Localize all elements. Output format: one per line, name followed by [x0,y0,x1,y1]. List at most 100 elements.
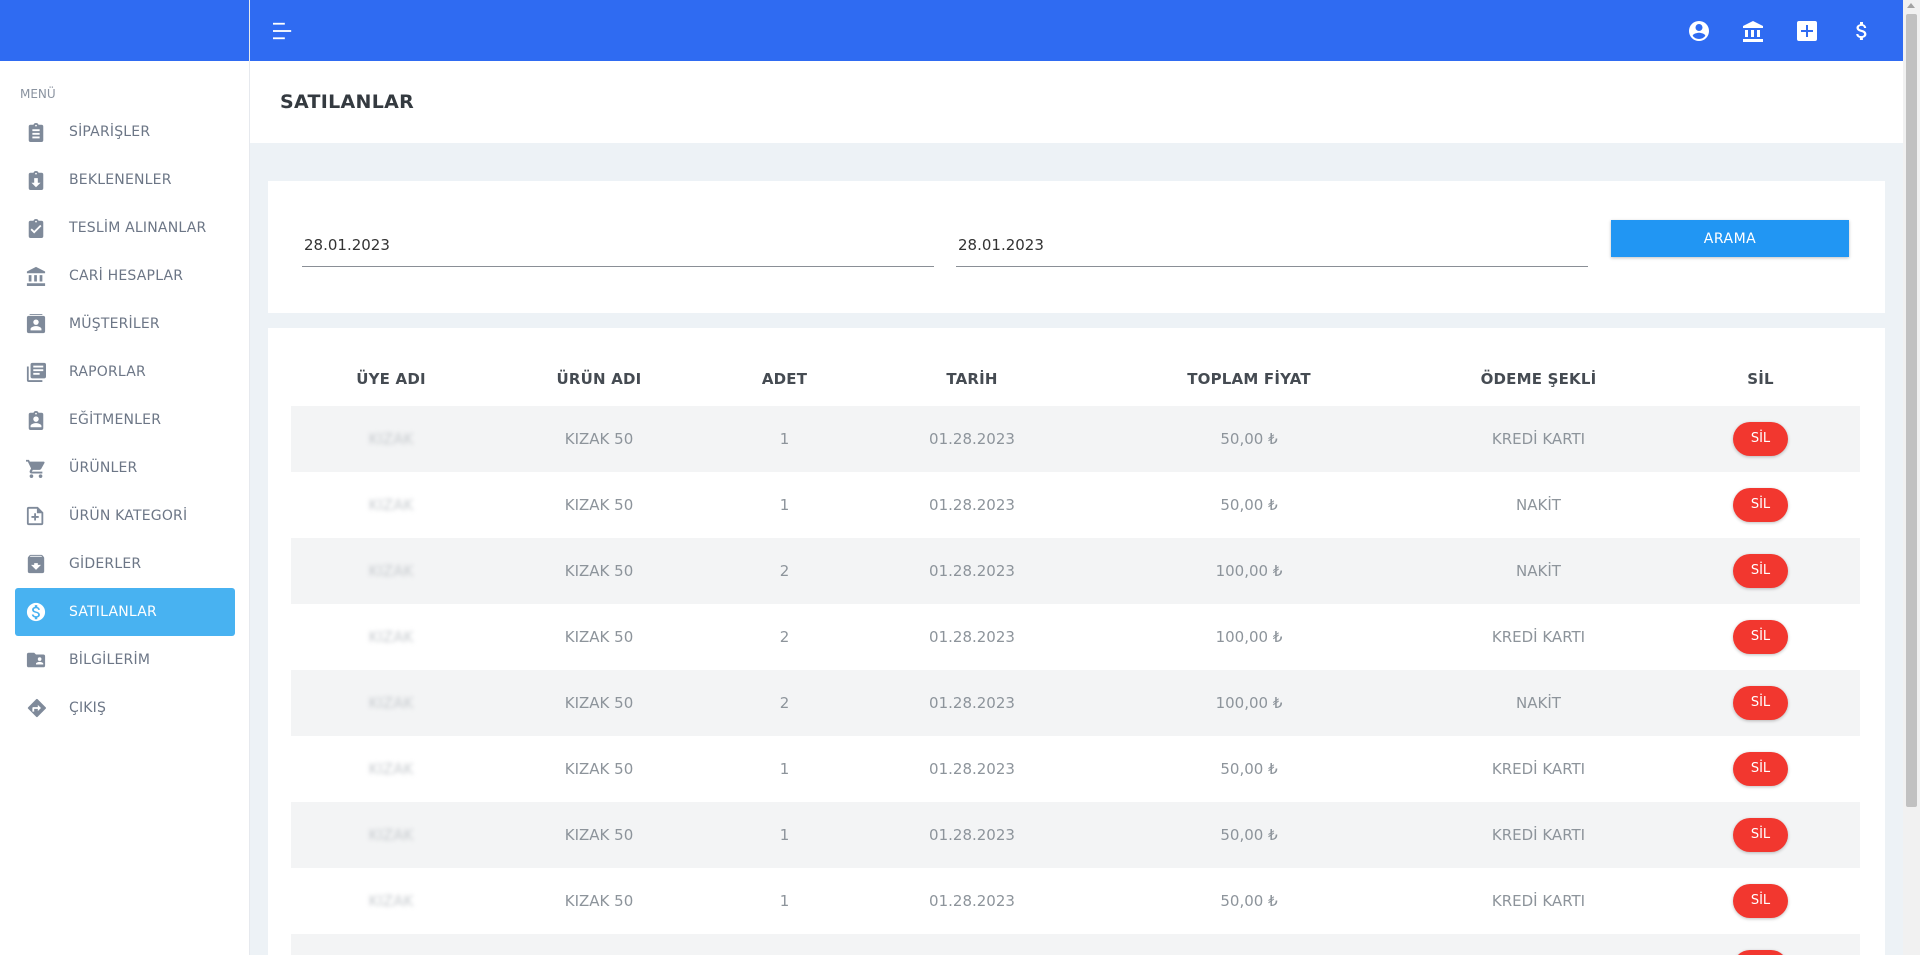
sidebar-item-5[interactable]: RAPORLAR [15,348,235,396]
product-name-cell [491,934,707,955]
payment-method-cell: KREDİ KARTI [1491,430,1586,448]
payment-method-cell [1416,934,1661,955]
payment-method-cell: KREDİ KARTI [1491,826,1586,844]
bank-icon [25,265,47,287]
sidebar-item-label: ÇIKIŞ [69,700,107,716]
table-row: KIZAK KIZAK 50 1 01.28.2023 50,00 ₺ KREDİ KAR… [291,868,1860,934]
sidebar-item-7[interactable]: ÜRÜNLER [15,444,235,492]
total-price-cell: 50,00 ₺ [1220,892,1278,910]
note-plus-icon [25,505,47,527]
sidebar-item-4[interactable]: MÜŞTERİLER [15,300,235,348]
plus-box-icon[interactable] [1795,19,1819,43]
payment-method-cell: KREDİ KARTI [1491,760,1586,778]
sidebar-item-0[interactable]: SİPARİŞLER [15,108,235,156]
quantity-cell: 2 [779,562,790,580]
delete-button[interactable]: SİL [1733,554,1788,588]
sidebar-item-label: RAPORLAR [69,364,146,380]
quantity-cell: 1 [779,430,790,448]
topbar [250,0,1903,61]
total-price-cell: 50,00 ₺ [1220,430,1278,448]
sidebar-item-6[interactable]: EĞİTMENLER [15,396,235,444]
table-row: KIZAK KIZAK 50 1 01.28.2023 50,00 ₺ KREDİ KAR… [291,406,1860,472]
sidebar-item-3[interactable]: CARİ HESAPLAR [15,252,235,300]
sidebar-item-label: SATILANLAR [69,604,157,620]
date-cell: 01.28.2023 [929,496,1015,514]
sidebar-item-label: BİLGİLERİM [69,652,151,668]
product-name-cell: KIZAK 50 [564,826,634,844]
date-cell: 01.28.2023 [929,892,1015,910]
sidebar-item-label: SİPARİŞLER [69,124,151,140]
delete-cell: SİL [1661,868,1860,934]
product-name-cell: KIZAK 50 [564,694,634,712]
product-name-cell: KIZAK 50 [564,628,634,646]
sidebar-item-2[interactable]: TESLİM ALINANLAR [15,204,235,252]
column-header: SİL [1747,370,1774,388]
table-row: SİL [291,934,1860,955]
table-row: KIZAK KIZAK 50 2 01.28.2023 100,00 ₺ KREDİ KA… [291,604,1860,670]
archive-icon [25,553,47,575]
date-cell: 01.28.2023 [929,760,1015,778]
member-name-cell: KIZAK [368,562,414,580]
sidebar-item-1[interactable]: BEKLENENLER [15,156,235,204]
column-header: ÖDEME ŞEKLİ [1480,370,1597,388]
sidebar-item-9[interactable]: GİDERLER [15,540,235,588]
sidebar-item-11[interactable]: BİLGİLERİM [15,636,235,684]
payment-method-cell: KREDİ KARTI [1491,892,1586,910]
sidebar-item-12[interactable]: ÇIKIŞ [15,684,235,732]
end-date-input[interactable] [956,223,1588,267]
total-price-cell: 50,00 ₺ [1220,760,1278,778]
dollar-icon[interactable] [1849,19,1873,43]
total-price-cell: 100,00 ₺ [1215,628,1283,646]
delete-button[interactable]: SİL [1733,686,1788,720]
delete-button[interactable]: SİL [1733,818,1788,852]
column-header: ADET [761,370,808,388]
bank-icon[interactable] [1741,19,1765,43]
delete-cell: SİL [1661,472,1860,538]
total-price-cell [1082,934,1416,955]
table-row: KIZAK KIZAK 50 2 01.28.2023 100,00 ₺ NAKİT SİL [291,538,1860,604]
page-title: SATILANLAR [280,91,415,113]
directions-icon [25,697,47,719]
date-cell: 01.28.2023 [929,628,1015,646]
quantity-cell: 1 [779,892,790,910]
page-scrollbar[interactable] [1903,0,1920,955]
quantity-cell: 1 [779,760,790,778]
member-name-cell: KIZAK [368,430,414,448]
start-date-input[interactable] [302,223,934,267]
search-button[interactable]: ARAMA [1611,220,1849,257]
account-circle-icon[interactable] [1687,19,1711,43]
delete-button[interactable]: SİL [1733,620,1788,654]
scrollbar-thumb[interactable] [1906,14,1917,807]
total-price-cell: 100,00 ₺ [1215,562,1283,580]
delete-button[interactable]: SİL [1733,422,1788,456]
delete-cell: SİL [1661,538,1860,604]
quantity-cell [707,934,862,955]
delete-button[interactable]: SİL [1733,884,1788,918]
member-name-cell: KIZAK [368,496,414,514]
sidebar-item-10[interactable]: SATILANLAR [15,588,235,636]
product-name-cell: KIZAK 50 [564,430,634,448]
sidebar-item-8[interactable]: ÜRÜN KATEGORİ [15,492,235,540]
payment-method-cell: NAKİT [1516,496,1561,514]
date-cell: 01.28.2023 [929,430,1015,448]
delete-button[interactable]: SİL [1733,488,1788,522]
product-name-cell: KIZAK 50 [564,562,634,580]
delete-cell: SİL [1661,406,1860,472]
sidebar-item-label: MÜŞTERİLER [69,316,160,332]
menu-toggle-icon[interactable] [270,18,296,44]
scroll-up-icon[interactable] [1907,3,1915,8]
dollar-circle-icon [25,601,47,623]
date-cell: 01.28.2023 [929,826,1015,844]
sidebar-item-label: EĞİTMENLER [69,412,162,428]
date-cell: 01.28.2023 [929,694,1015,712]
sidebar-item-label: ÜRÜNLER [69,460,138,476]
delete-button[interactable]: SİL [1733,950,1788,955]
quantity-cell: 1 [779,826,790,844]
quantity-cell: 2 [779,628,790,646]
library-books-icon [25,361,47,383]
delete-cell: SİL [1661,802,1860,868]
total-price-cell: 50,00 ₺ [1220,826,1278,844]
delete-button[interactable]: SİL [1733,752,1788,786]
table-row: KIZAK KIZAK 50 1 01.28.2023 50,00 ₺ NAKİT SİL [291,472,1860,538]
product-name-cell: KIZAK 50 [564,760,634,778]
